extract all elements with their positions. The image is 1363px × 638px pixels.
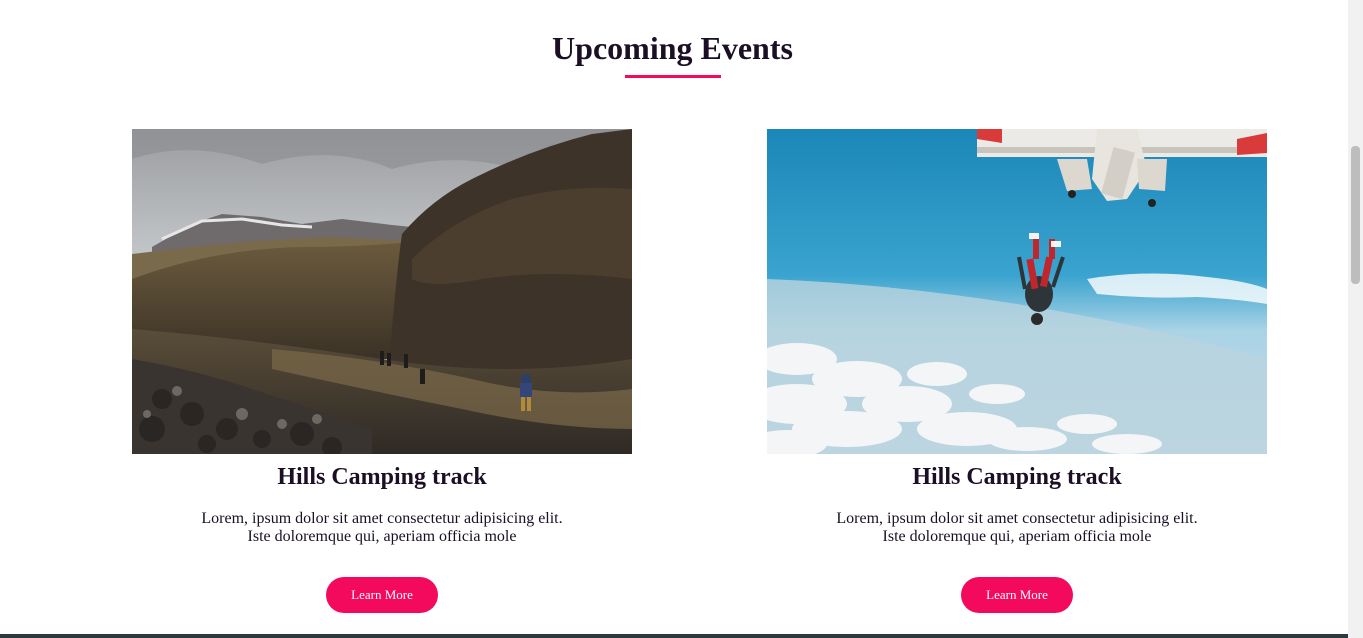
event-title: Hills Camping track [277,464,487,490]
section-title: Upcoming Events [552,30,793,66]
event-description-line: Lorem, ipsum dolor sit amet consectetur … [836,510,1198,527]
event-description-line: Iste doloremque qui, aperiam officia mol… [247,528,517,545]
event-description: Lorem, ipsum dolor sit amet consectetur … [807,510,1227,546]
skydiving-photo [767,129,1267,454]
events-section: Upcoming Events Hills Camping track Lore… [0,0,1348,634]
event-description-line: Lorem, ipsum dolor sit amet consectetur … [201,510,563,527]
learn-more-button[interactable]: Learn More [326,577,438,613]
event-card: Hills Camping track Lorem, ipsum dolor s… [132,129,632,613]
vertical-scrollbar[interactable] [1348,0,1363,638]
mountain-hikers-photo [132,129,632,454]
scrollbar-thumb[interactable] [1351,146,1360,284]
title-underline [625,75,721,78]
event-description: Lorem, ipsum dolor sit amet consectetur … [172,510,592,546]
learn-more-button[interactable]: Learn More [961,577,1073,613]
event-card: Hills Camping track Lorem, ipsum dolor s… [767,129,1267,613]
page: Upcoming Events Hills Camping track Lore… [0,0,1363,638]
event-description-line: Iste doloremque qui, aperiam officia mol… [882,528,1152,545]
event-title: Hills Camping track [912,464,1122,490]
bottom-edge-bar [0,634,1348,638]
